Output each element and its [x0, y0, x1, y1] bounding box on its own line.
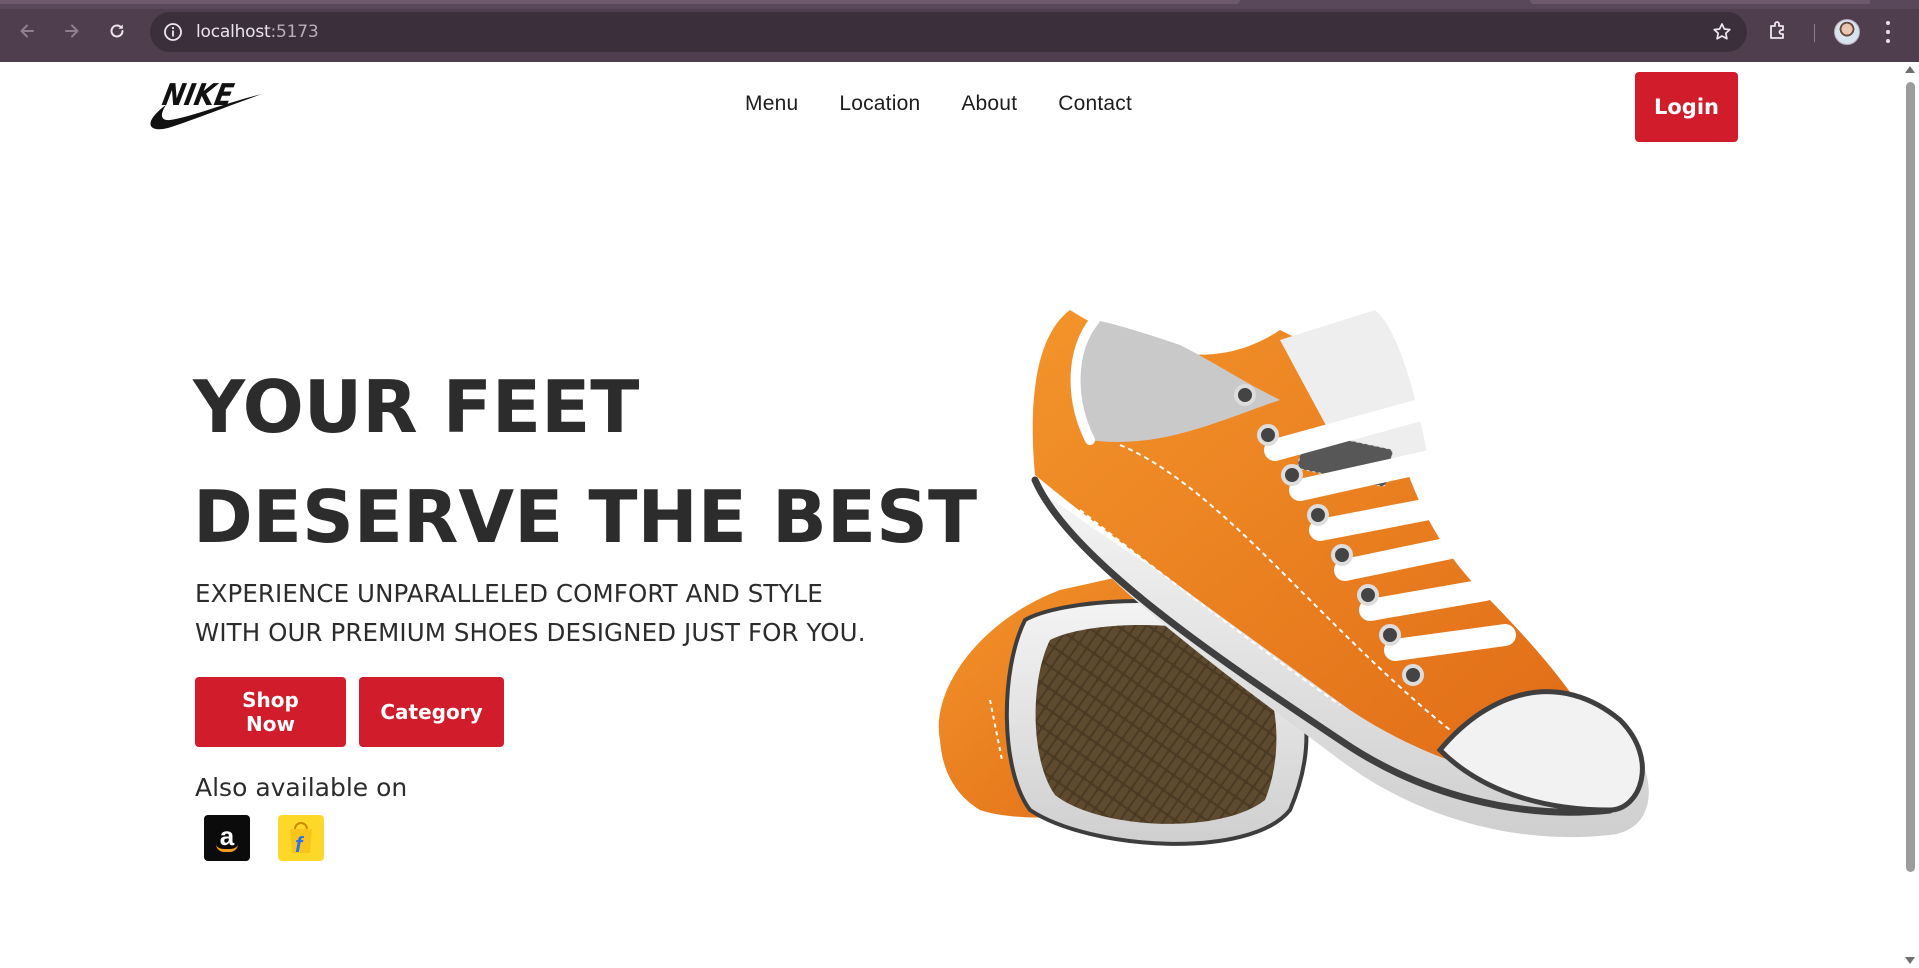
tab-strip-edge	[0, 0, 1240, 4]
browser-toolbar: localhost:5173	[0, 0, 1919, 62]
back-arrow-icon[interactable]	[13, 17, 41, 45]
reload-icon[interactable]	[103, 17, 131, 45]
logo-text: NIKE	[159, 78, 237, 113]
profile-avatar[interactable]	[1834, 19, 1860, 45]
flipkart-icon[interactable]: f	[278, 815, 324, 861]
url-port: :5173	[270, 22, 319, 42]
address-bar[interactable]: localhost:5173	[150, 12, 1747, 52]
login-button[interactable]: Login	[1635, 72, 1738, 142]
hero-subtitle: EXPERIENCE UNPARALLELED COMFORT AND STYL…	[195, 579, 866, 647]
url-text[interactable]: localhost:5173	[196, 22, 319, 42]
hero-actions: Shop Now Category	[195, 677, 504, 747]
hero-title: YOUR FEET DESERVE THE BEST	[193, 352, 977, 572]
bookmark-star-icon[interactable]	[1711, 21, 1733, 43]
url-host: localhost	[196, 22, 271, 42]
toolbar-separator	[1814, 24, 1815, 42]
nike-logo[interactable]: NIKE	[148, 72, 264, 134]
sneaker-illustration	[938, 310, 1649, 846]
tab-strip-edge	[1530, 0, 1870, 4]
amazon-icon[interactable]: a	[204, 815, 250, 861]
more-menu-icon[interactable]	[1884, 21, 1892, 43]
nav-contact[interactable]: Contact	[1058, 92, 1132, 116]
nav-about[interactable]: About	[961, 92, 1017, 116]
forward-arrow-icon[interactable]	[58, 17, 86, 45]
scroll-down-arrow-icon[interactable]	[1905, 957, 1915, 964]
scrollbar-thumb[interactable]	[1906, 82, 1915, 872]
scroll-up-arrow-icon[interactable]	[1905, 66, 1915, 73]
hero-title-line-2: DESERVE THE BEST	[193, 475, 978, 559]
hero-title-line-1: YOUR FEET	[193, 365, 640, 449]
also-available-label: Also available on	[195, 773, 408, 802]
extensions-icon[interactable]	[1766, 19, 1790, 43]
nav-menu[interactable]: Menu	[745, 92, 798, 116]
shop-now-button[interactable]: Shop Now	[195, 677, 346, 747]
main-nav: Menu Location About Contact	[745, 92, 1132, 116]
site-info-icon[interactable]	[162, 21, 184, 43]
tab-strip	[0, 0, 1919, 9]
category-button[interactable]: Category	[359, 677, 504, 747]
nav-location[interactable]: Location	[839, 92, 920, 116]
